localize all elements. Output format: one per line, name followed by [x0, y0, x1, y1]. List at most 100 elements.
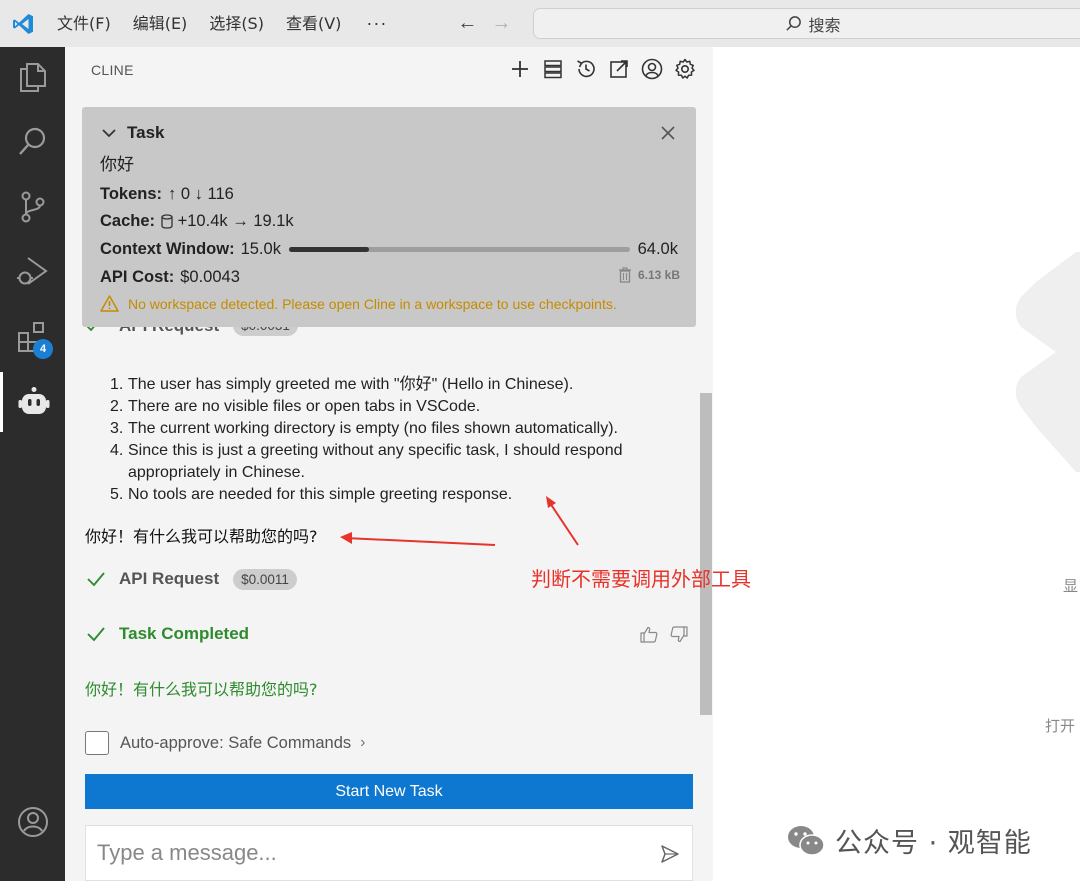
- manage-gear-icon[interactable]: [0, 853, 65, 881]
- forward-arrow-icon[interactable]: →: [491, 12, 511, 35]
- explorer-icon[interactable]: [0, 47, 65, 107]
- menu-file[interactable]: 文件(F): [46, 0, 122, 47]
- task-title: Task: [127, 123, 165, 142]
- tokens-label: Tokens:: [100, 185, 163, 203]
- task-text: 你好: [100, 155, 134, 175]
- command-center-search[interactable]: 搜索: [533, 8, 1080, 39]
- start-new-task-button[interactable]: Start New Task: [85, 774, 693, 809]
- search-view-icon[interactable]: [0, 112, 65, 172]
- search-icon: [786, 16, 802, 31]
- api-cost-label: API Cost:: [100, 268, 175, 286]
- task-completed-label: Task Completed: [119, 624, 250, 643]
- menu-more-icon[interactable]: ···: [352, 13, 401, 34]
- editor-area: 显 打开: [713, 47, 1080, 881]
- extensions-badge: 4: [33, 339, 53, 359]
- list-item: 4. Since this is just a greeting without …: [110, 442, 623, 481]
- api-cost-value: $0.0043: [180, 268, 240, 286]
- task-completed-row: Task Completed: [85, 623, 249, 645]
- panel-scrollbar[interactable]: [700, 393, 712, 715]
- message-input[interactable]: [86, 840, 626, 866]
- annotation-text: 判断不需要调用外部工具: [531, 567, 751, 591]
- auto-approve-label: Auto-approve: Safe Commands: [120, 733, 352, 752]
- reasoning-list: 1. The user has simply greeted me with "你…: [110, 374, 690, 506]
- earlier-api-request-cost: $0.0031: [233, 327, 298, 336]
- context-max: 64.0k: [637, 240, 678, 258]
- cache-label: Cache:: [100, 212, 156, 230]
- cline-robot-icon[interactable]: [0, 372, 65, 432]
- feedback-buttons: [640, 626, 688, 643]
- context-window-row: Context Window: 15.0k 64.0k: [100, 240, 678, 259]
- cline-panel: CLINE Task 你好 Tokens: ↑ 0 ↓ 116 Cache: +…: [65, 47, 713, 881]
- list-item: 2. There are no visible files or open tab…: [110, 398, 481, 415]
- tokens-down: 116: [207, 185, 234, 203]
- open-in-editor-icon[interactable]: [607, 57, 631, 81]
- arrow-down-icon: ↓: [194, 185, 203, 203]
- menu-view[interactable]: 查看(V): [275, 0, 352, 47]
- wechat-watermark: 公众号 · 观智能: [786, 821, 1032, 860]
- list-item: 5. No tools are needed for this simple gr…: [110, 486, 513, 503]
- auto-approve-checkbox[interactable]: [85, 731, 109, 755]
- menu-selection[interactable]: 选择(S): [198, 0, 275, 47]
- watermark-text: 公众号 · 观智能: [835, 828, 1032, 859]
- context-progress-fill: [288, 247, 369, 252]
- title-bar: 文件(F) 编辑(E) 选择(S) 查看(V) ··· ← → 搜索: [0, 0, 1080, 47]
- task-size: 6.13 kB: [618, 267, 680, 283]
- api-request-label: API Request: [119, 569, 220, 588]
- check-icon: [87, 327, 95, 331]
- api-request-cost: $0.0011: [233, 568, 297, 590]
- context-label: Context Window:: [100, 240, 235, 258]
- arrow-right-icon: →: [232, 212, 249, 230]
- wechat-icon: [788, 825, 825, 856]
- cache-write: +10.4k: [177, 212, 228, 230]
- account-circle-icon[interactable]: [640, 57, 664, 81]
- api-request-row[interactable]: API Request $0.0011: [85, 568, 297, 590]
- run-debug-icon[interactable]: [0, 241, 65, 301]
- workspace-warning-text: No workspace detected. Please open Cline…: [128, 295, 617, 312]
- completion-result: 你好！有什么我可以帮助您的吗?: [85, 680, 318, 699]
- account-icon[interactable]: [0, 792, 65, 852]
- database-icon: [161, 214, 173, 229]
- earlier-api-request-label: API Request: [119, 327, 219, 336]
- history-icon[interactable]: [574, 57, 598, 81]
- thumbs-down-icon[interactable]: [670, 626, 688, 643]
- editor-hint-show: 显: [1063, 577, 1079, 595]
- chevron-right-icon[interactable]: ›: [360, 734, 365, 752]
- activity-bar: 4: [0, 47, 65, 881]
- mcp-servers-icon[interactable]: [541, 57, 565, 81]
- source-control-icon[interactable]: [0, 177, 65, 237]
- workspace-warning: No workspace detected. Please open Cline…: [100, 295, 617, 312]
- check-icon: [87, 627, 105, 642]
- search-label: 搜索: [808, 15, 841, 35]
- new-task-plus-icon[interactable]: [508, 57, 532, 81]
- settings-gear-icon[interactable]: [673, 57, 697, 81]
- vscode-logo-icon: [0, 0, 46, 47]
- check-icon: [87, 572, 105, 587]
- earlier-api-request-row[interactable]: API Request $0.0031: [85, 327, 325, 343]
- task-size-value: 6.13 kB: [637, 268, 680, 282]
- send-icon[interactable]: [660, 844, 680, 864]
- assistant-reply: 你好！有什么我可以帮助您的吗?: [85, 527, 318, 546]
- cache-read: 19.1k: [253, 212, 294, 230]
- message-box: [85, 825, 693, 881]
- tokens-up: 0: [180, 185, 191, 203]
- trash-icon[interactable]: [618, 267, 632, 283]
- auto-approve-row[interactable]: Auto-approve: Safe Commands ›: [85, 731, 365, 755]
- vscode-watermark-logo-icon: [1016, 252, 1080, 472]
- extensions-icon[interactable]: 4: [0, 307, 65, 367]
- context-progress-bar: [288, 247, 630, 252]
- cache-row: Cache: +10.4k → 19.1k: [100, 212, 294, 231]
- list-item: 1. The user has simply greeted me with "你…: [110, 376, 574, 393]
- list-item: 3. The current working directory is empty…: [110, 420, 618, 437]
- panel-title: CLINE: [91, 62, 134, 78]
- menu-edit[interactable]: 编辑(E): [122, 0, 199, 47]
- task-card: Task 你好 Tokens: ↑ 0 ↓ 116 Cache: +10.4k …: [82, 107, 696, 327]
- editor-hint-open: 打开: [1045, 717, 1076, 735]
- back-arrow-icon[interactable]: ←: [457, 12, 477, 35]
- api-cost-row: API Cost: $0.0043: [100, 268, 240, 287]
- thumbs-up-icon[interactable]: [640, 626, 658, 643]
- panel-header: CLINE: [65, 47, 713, 93]
- context-used: 15.0k: [240, 240, 281, 258]
- chevron-down-icon[interactable]: [100, 124, 118, 142]
- arrow-up-icon: ↑: [168, 185, 177, 203]
- close-icon[interactable]: [660, 125, 676, 141]
